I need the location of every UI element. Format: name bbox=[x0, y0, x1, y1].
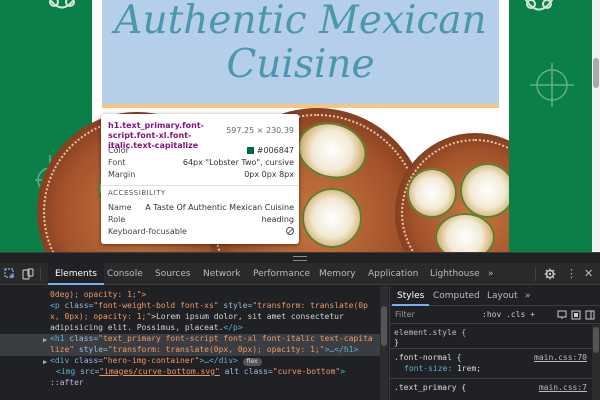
styles-scrollbar[interactable] bbox=[592, 325, 600, 400]
tab-sources[interactable]: Sources bbox=[148, 263, 198, 285]
dom-line[interactable]: adipisicing elit. Possimus, placeat.</p> bbox=[50, 323, 243, 334]
inspect-element-icon[interactable] bbox=[4, 268, 16, 280]
tooltip-row-value: 64px "Lobster Two", cursive bbox=[182, 158, 294, 167]
tooltip-row-value: A Taste Of Authentic Mexican Cuisine bbox=[145, 203, 294, 212]
styles-pane: Styles Computed Layout » Filter :hov .cl… bbox=[389, 286, 600, 400]
color-value: #006847 bbox=[256, 146, 294, 155]
styles-filter-input[interactable]: Filter bbox=[395, 310, 415, 319]
tooltip-row-key: Color bbox=[108, 146, 129, 155]
tooltip-row-key: Role bbox=[108, 215, 126, 224]
tab-memory[interactable]: Memory bbox=[312, 263, 363, 285]
tab-console[interactable]: Console bbox=[100, 263, 150, 285]
dom-line-selected[interactable]: <h1 class="text_primary font-script font… bbox=[50, 334, 373, 345]
ornament-icon bbox=[530, 63, 574, 107]
style-rule[interactable]: .font-normal { main.css:70 font-size: 1r… bbox=[390, 350, 600, 379]
ornament-icon bbox=[49, 0, 75, 9]
drag-grip-icon bbox=[293, 256, 307, 261]
dom-line[interactable]: ::after bbox=[50, 378, 84, 389]
tab-performance[interactable]: Performance bbox=[246, 263, 317, 285]
dom-line[interactable]: <p class="font-weight-bold font-xs" styl… bbox=[50, 301, 368, 312]
tooltip-divider bbox=[101, 185, 299, 186]
tab-application[interactable]: Application bbox=[361, 263, 425, 285]
flex-badge[interactable]: flex bbox=[242, 358, 262, 366]
style-rule[interactable]: element.style { } bbox=[390, 325, 600, 349]
heading-line-2: Cuisine bbox=[226, 42, 375, 87]
dom-line[interactable]: <div class="hero-img-container">…</div> … bbox=[50, 356, 262, 367]
hero-heading-band: Authentic Mexican Cuisine bbox=[102, 0, 499, 108]
tooltip-size: 597.25 × 230.39 bbox=[226, 126, 294, 135]
rule-source-link[interactable]: main.css:70 bbox=[534, 352, 587, 363]
toggle-computed-icon[interactable] bbox=[571, 310, 581, 320]
close-devtools-icon[interactable]: ✕ bbox=[584, 267, 593, 280]
styles-filter-bar: Filter :hov .cls + bbox=[390, 307, 600, 324]
tab-lighthouse[interactable]: Lighthouse bbox=[423, 263, 487, 285]
dom-line[interactable]: 0deg); opacity: 1;"> bbox=[50, 290, 146, 301]
rule-source-link[interactable]: main.css:7 bbox=[539, 382, 587, 393]
ornament-icon bbox=[524, 0, 554, 11]
tooltip-row-key: Keyboard-focusable bbox=[108, 227, 187, 236]
rule-close: } bbox=[394, 338, 399, 347]
devtools-panel: Elements Console Sources Network Perform… bbox=[0, 263, 600, 400]
more-tabs-button[interactable]: » bbox=[481, 263, 501, 285]
dom-line[interactable]: x, 0px); opacity: 1;">Lorem ipsum dolor,… bbox=[50, 312, 344, 323]
more-style-tabs-button[interactable]: » bbox=[520, 286, 536, 306]
tab-computed[interactable]: Computed bbox=[428, 286, 485, 306]
more-options-icon[interactable]: ⋮ bbox=[566, 267, 577, 280]
tab-layout[interactable]: Layout bbox=[482, 286, 523, 306]
new-style-rule-icon[interactable] bbox=[557, 310, 567, 320]
tooltip-row-key: Margin bbox=[108, 170, 136, 179]
rule-selector: .font-normal { bbox=[394, 353, 462, 362]
tooltip-row-key: Name bbox=[108, 203, 132, 212]
not-focusable-icon bbox=[286, 227, 294, 238]
settings-gear-icon[interactable] bbox=[544, 268, 556, 280]
expand-arrow-icon[interactable]: ▶ bbox=[43, 335, 47, 346]
tooltip-row-value: #006847 bbox=[246, 146, 294, 156]
page-scrollbar[interactable] bbox=[592, 0, 600, 252]
device-toolbar-icon[interactable] bbox=[22, 268, 34, 280]
dom-line-selected[interactable]: lize" style="transform: translate(0px, 0… bbox=[50, 345, 358, 356]
dom-line[interactable]: <img src="images/curve-bottom.svg" alt c… bbox=[56, 367, 345, 378]
style-rule[interactable]: .text_primary { main.css:7 bbox=[390, 380, 600, 400]
tooltip-row-key: Font bbox=[108, 158, 126, 167]
elements-tree: 0deg); opacity: 1;"> <p class="font-weig… bbox=[0, 286, 388, 400]
styles-tabbar: Styles Computed Layout » bbox=[390, 286, 600, 306]
right-decorative-panel bbox=[509, 0, 600, 252]
tooltip-row-value: heading bbox=[261, 215, 294, 224]
browser-viewport: Authentic Mexican Cuisine h1.text_primar… bbox=[0, 0, 600, 252]
tab-elements[interactable]: Elements bbox=[48, 263, 104, 285]
devtools-resize-handle[interactable] bbox=[0, 252, 600, 263]
color-swatch bbox=[246, 147, 254, 154]
devtools-tabbar: Elements Console Sources Network Perform… bbox=[0, 263, 600, 285]
tab-network[interactable]: Network bbox=[196, 263, 248, 285]
elements-scrollbar[interactable] bbox=[380, 286, 388, 400]
expand-arrow-icon[interactable]: ▶ bbox=[43, 357, 47, 368]
scrollbar-thumb[interactable] bbox=[593, 58, 599, 88]
tab-styles[interactable]: Styles bbox=[392, 286, 430, 306]
page-heading[interactable]: Authentic Mexican Cuisine bbox=[102, 0, 499, 90]
rule-selector: .text_primary { bbox=[394, 383, 467, 392]
sidebar-toggle-icon[interactable] bbox=[585, 310, 595, 320]
filter-toggle-buttons[interactable]: :hov .cls + bbox=[482, 310, 535, 319]
accessibility-heading: ACCESSIBILITY bbox=[108, 189, 166, 197]
rule-selector: element.style { bbox=[394, 328, 467, 337]
style-declaration[interactable]: font-size: 1rem; bbox=[404, 363, 481, 374]
tooltip-row-value: 0px 0px 8px bbox=[244, 170, 294, 179]
inspect-tooltip: h1.text_primary.font-script.font-xl.font… bbox=[101, 114, 299, 244]
